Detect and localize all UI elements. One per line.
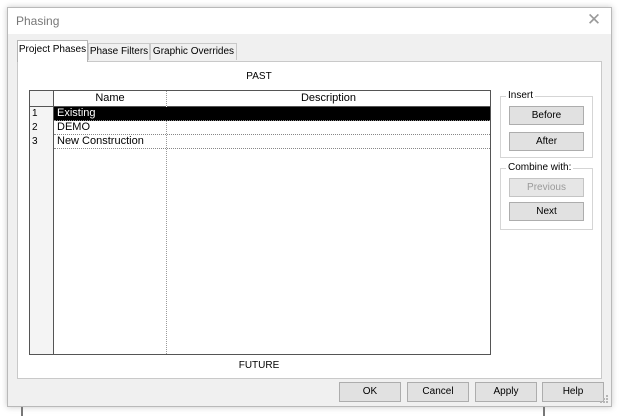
background-window-edge	[21, 407, 23, 416]
combine-group: Combine with: Previous Next	[500, 162, 593, 230]
insert-before-button[interactable]: Before	[509, 106, 584, 125]
phase-name-cell[interactable]: New Construction	[57, 135, 144, 148]
row-number: 1	[32, 108, 38, 119]
table-row[interactable]: 1 Existing	[30, 107, 490, 121]
row-separator	[54, 148, 490, 149]
apply-button[interactable]: Apply	[475, 382, 537, 402]
phases-table: Name Description 1 Existing 2 DEMO 3 New…	[29, 90, 491, 355]
project-phases-panel: PAST Name Description 1 Existing 2 DEMO …	[17, 61, 602, 379]
help-button[interactable]: Help	[542, 382, 604, 402]
combine-previous-button[interactable]: Previous	[509, 178, 584, 197]
insert-after-button[interactable]: After	[509, 132, 584, 151]
title-bar: Phasing ✕	[8, 8, 611, 34]
table-row[interactable]: 2 DEMO	[30, 121, 490, 135]
resize-grip-icon[interactable]	[600, 395, 609, 404]
combine-group-label: Combine with:	[506, 162, 574, 174]
corner-cell	[30, 91, 54, 107]
phase-name-cell[interactable]: DEMO	[57, 121, 90, 134]
selection-highlight	[54, 107, 490, 121]
tab-graphic-overrides[interactable]: Graphic Overrides	[150, 43, 237, 60]
past-label: PAST	[246, 71, 272, 82]
insert-group-label: Insert	[506, 90, 536, 102]
tab-phase-filters[interactable]: Phase Filters	[88, 43, 150, 60]
insert-group: Insert Before After	[500, 90, 593, 158]
cancel-button[interactable]: Cancel	[407, 382, 469, 402]
combine-next-button[interactable]: Next	[509, 202, 584, 221]
background-window-edge	[543, 407, 545, 416]
tab-project-phases[interactable]: Project Phases	[17, 40, 88, 62]
row-number: 3	[32, 136, 38, 147]
close-icon[interactable]: ✕	[585, 11, 603, 29]
column-header-description[interactable]: Description	[167, 91, 490, 107]
window-title: Phasing	[16, 14, 60, 28]
phase-name-cell[interactable]: Existing	[57, 107, 96, 120]
table-row[interactable]: 3 New Construction	[30, 135, 490, 149]
future-label: FUTURE	[238, 360, 280, 371]
phasing-dialog: Phasing ✕ Project Phases Phase Filters G…	[7, 7, 612, 407]
row-number: 2	[32, 122, 38, 133]
column-header-name[interactable]: Name	[54, 91, 166, 107]
ok-button[interactable]: OK	[339, 382, 401, 402]
